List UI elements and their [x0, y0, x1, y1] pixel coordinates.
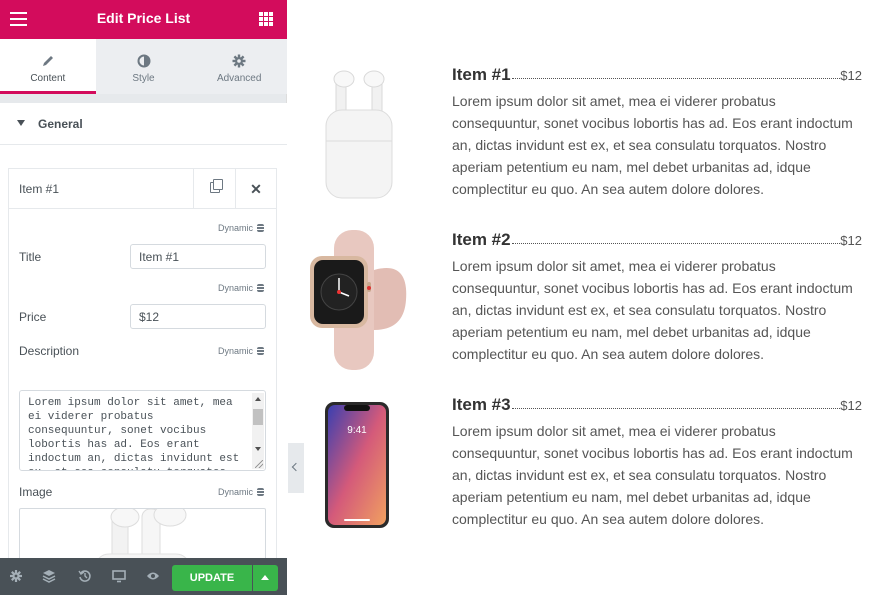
- tab-content[interactable]: Content: [0, 39, 96, 94]
- price-list-item[interactable]: Item #1 $12 Lorem ipsum dolor sit amet, …: [304, 65, 886, 205]
- tab-content-label: Content: [30, 73, 66, 84]
- database-icon: [257, 488, 264, 496]
- price-item-title: Item #1: [452, 65, 512, 85]
- settings-icon[interactable]: [9, 569, 23, 583]
- responsive-icon[interactable]: [112, 569, 126, 583]
- duplicate-button[interactable]: [193, 169, 235, 209]
- copy-icon: [210, 179, 223, 193]
- dynamic-label: Dynamic: [217, 283, 253, 293]
- widgets-grid-icon[interactable]: [259, 12, 273, 26]
- caret-down-icon: [17, 120, 25, 126]
- price-item-price: $12: [840, 233, 862, 248]
- separator-dots: [512, 78, 840, 79]
- collapse-panel-button[interactable]: [288, 443, 304, 493]
- image-picker[interactable]: [19, 508, 266, 558]
- editor-panel: Edit Price List Content Style Advanced G…: [0, 0, 288, 595]
- repeater-item-header[interactable]: Item #1 ✕: [9, 169, 276, 209]
- description-label: Description: [19, 344, 80, 358]
- airpods-image: [325, 70, 393, 199]
- section-general-toggle[interactable]: General: [0, 103, 287, 145]
- dynamic-label: Dynamic: [217, 487, 253, 497]
- price-item-header: Item #2 $12: [452, 230, 862, 250]
- textarea-scrollbar[interactable]: [252, 393, 264, 469]
- image-label: Image: [19, 485, 53, 499]
- save-options-button[interactable]: [253, 565, 278, 591]
- scroll-up-icon[interactable]: [255, 397, 261, 401]
- tab-style[interactable]: Style: [95, 39, 192, 94]
- contrast-icon: [137, 54, 150, 68]
- tab-style-label: Style: [132, 73, 155, 84]
- remove-button[interactable]: ✕: [235, 169, 276, 209]
- close-icon: ✕: [250, 181, 262, 197]
- dynamic-tags-button[interactable]: Dynamic: [218, 223, 264, 233]
- section-title: General: [38, 117, 83, 131]
- panel-body: Item #1 ✕ Dynamic Title Dynamic Price De…: [0, 145, 287, 558]
- scroll-thumb[interactable]: [253, 409, 263, 425]
- price-item-price: $12: [840, 68, 862, 83]
- dynamic-label: Dynamic: [217, 223, 253, 233]
- history-icon[interactable]: [78, 569, 92, 583]
- dynamic-tags-button[interactable]: Dynamic: [218, 283, 264, 293]
- tab-advanced[interactable]: Advanced: [191, 39, 288, 94]
- dynamic-tags-button[interactable]: Dynamic: [218, 487, 264, 497]
- price-label: Price: [19, 310, 47, 324]
- dynamic-label: Dynamic: [217, 346, 253, 356]
- layers-icon[interactable]: [42, 569, 56, 583]
- resize-handle-icon[interactable]: [255, 460, 263, 468]
- dynamic-tags-button[interactable]: Dynamic: [218, 346, 264, 356]
- description-text: Lorem ipsum dolor sit amet, mea ei vider…: [28, 397, 240, 470]
- panel-footer: UPDATE: [0, 558, 287, 595]
- price-item-description: Lorem ipsum dolor sit amet, mea ei vider…: [452, 93, 853, 197]
- preview-canvas: Item #1 $12 Lorem ipsum dolor sit amet, …: [304, 0, 886, 595]
- panel-tabs: Content Style Advanced: [0, 39, 288, 94]
- update-button[interactable]: UPDATE: [172, 565, 252, 591]
- repeater-item: Item #1 ✕ Dynamic Title Dynamic Price De…: [8, 168, 277, 558]
- scroll-down-icon[interactable]: [255, 447, 261, 451]
- title-input[interactable]: [130, 244, 266, 269]
- panel-header: Edit Price List: [0, 0, 287, 39]
- description-textarea[interactable]: Lorem ipsum dolor sit amet, mea ei vider…: [19, 390, 266, 471]
- title-label: Title: [19, 250, 42, 264]
- price-item-title: Item #3: [452, 395, 512, 415]
- price-list-item[interactable]: Item #2 $12 Lorem ipsum dolor sit amet, …: [304, 230, 886, 370]
- database-icon: [257, 284, 264, 292]
- price-list-item[interactable]: 9:41 Item #3 $12 Lorem ipsum dolor sit a…: [304, 395, 886, 535]
- tab-advanced-label: Advanced: [216, 73, 262, 84]
- preview-eye-icon[interactable]: [146, 569, 160, 583]
- price-item-description: Lorem ipsum dolor sit amet, mea ei vider…: [452, 423, 853, 527]
- database-icon: [257, 224, 264, 232]
- price-item-price: $12: [840, 398, 862, 413]
- repeater-item-title: Item #1: [19, 182, 60, 196]
- separator-dots: [512, 408, 840, 409]
- iphone-x-image: 9:41: [325, 402, 389, 528]
- database-icon: [257, 347, 264, 355]
- separator-dots: [512, 243, 840, 244]
- airpods-thumbnail: [98, 509, 187, 558]
- price-item-header: Item #3 $12: [452, 395, 862, 415]
- price-item-title: Item #2: [452, 230, 512, 250]
- gear-icon: [232, 54, 246, 68]
- apple-watch-image: [310, 230, 407, 370]
- price-item-header: Item #1 $12: [452, 65, 862, 85]
- price-item-description: Lorem ipsum dolor sit amet, mea ei vider…: [452, 258, 853, 362]
- panel-title: Edit Price List: [96, 10, 191, 26]
- pencil-icon: [42, 56, 53, 66]
- price-input[interactable]: [130, 304, 266, 329]
- phone-time: 9:41: [347, 425, 367, 436]
